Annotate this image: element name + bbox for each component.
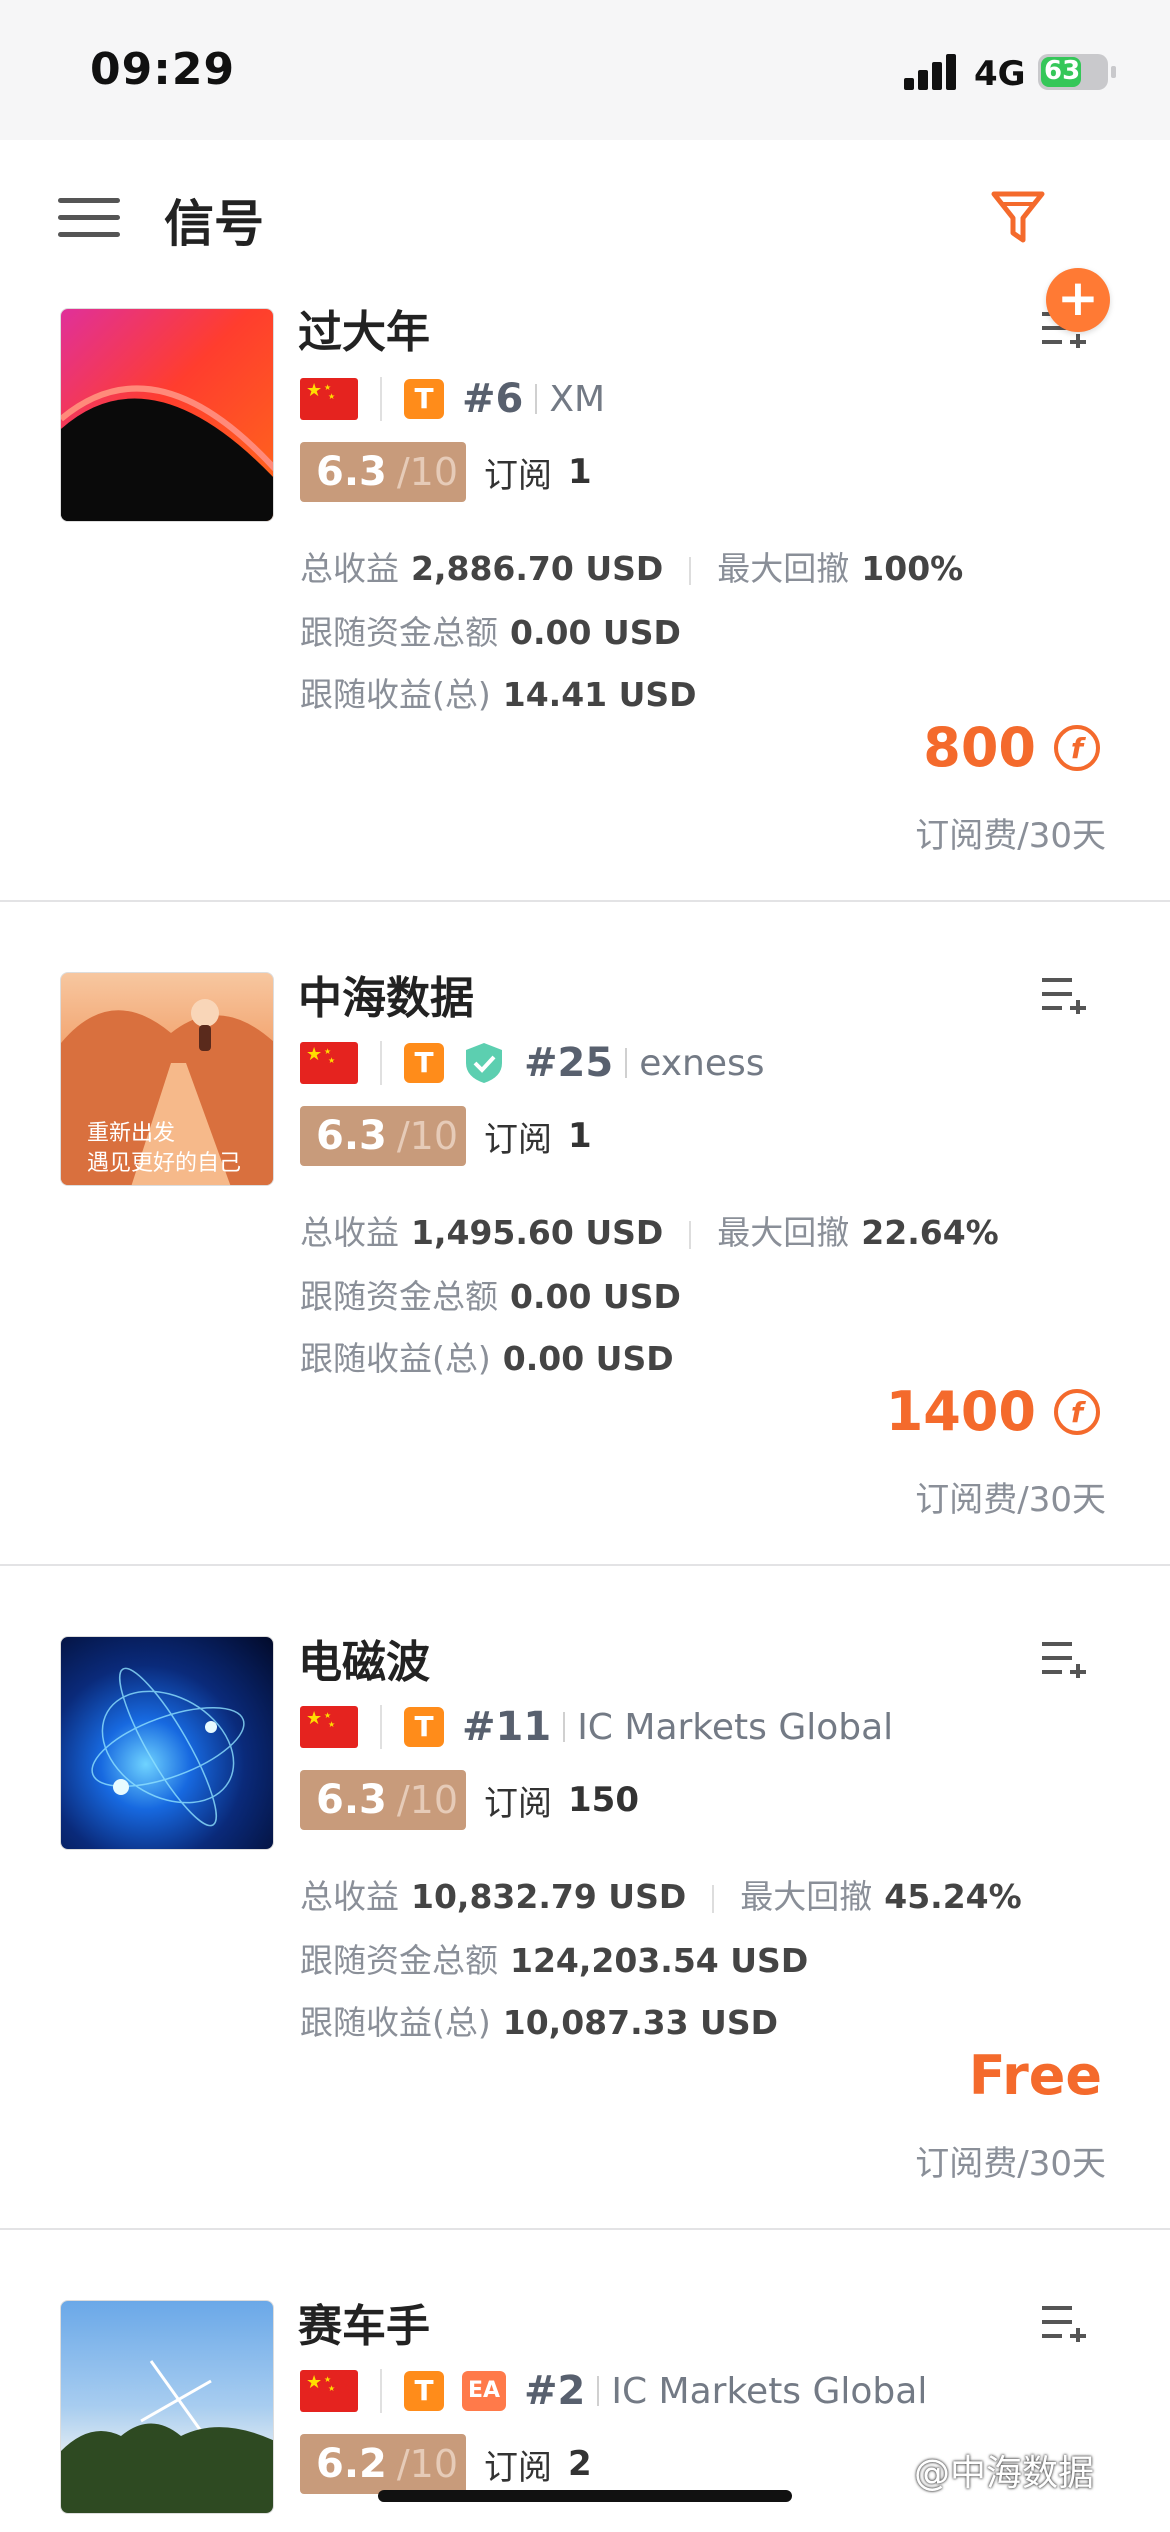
thumbnail-caption: 遇见更好的自己 [87, 1151, 242, 1176]
signal-meta: ★ ★ ★ T #6 XM [300, 374, 605, 424]
rating-row: 6.2/10 订阅 2 [300, 2434, 592, 2494]
follow-funds-stat: 跟随资金总额 0.00 USD [300, 613, 681, 652]
score-badge: 6.2/10 [300, 2434, 466, 2494]
broker-name: IC Markets Global [611, 2370, 928, 2412]
signal-meta: ★ ★ ★ T #11 IC Markets Global [300, 1702, 893, 1752]
subscribers-label: 订阅 [484, 2447, 552, 2488]
subscribers-count: 1 [568, 452, 592, 492]
profit-stat: 总收益 10,832.79 USD 最大回撤 45.24% [300, 1877, 1022, 1916]
signal-rank: #25 [524, 1040, 614, 1086]
rating-row: 6.3/10 订阅 1 [300, 1106, 592, 1166]
network-type: 4G [974, 54, 1026, 94]
add-to-list-icon[interactable] [1040, 1638, 1088, 1680]
top-nav: 信号 [0, 140, 1170, 292]
signal-card[interactable]: 过大年 ★ ★ ★ T #6 XM 6.3/10 订阅 1 总收益 2,886.70 … [0, 290, 1170, 902]
add-to-list-icon[interactable] [1040, 2302, 1088, 2344]
t-badge: T [404, 1043, 444, 1083]
status-time: 09:29 [90, 44, 236, 95]
china-flag-icon: ★ ★ ★ [300, 1706, 358, 1748]
t-badge: T [404, 1707, 444, 1747]
broker-name: exness [639, 1042, 765, 1084]
add-button[interactable]: + [1046, 268, 1110, 332]
signal-name: 赛车手 [298, 2301, 430, 2352]
ea-badge: EA [462, 2371, 506, 2411]
price-unit: 订阅费/30天 [915, 816, 1106, 856]
signal-thumbnail: 重新出发 遇见更好的自己 [60, 972, 274, 1186]
signal-thumbnail [60, 2300, 274, 2514]
follow-funds-stat: 跟随资金总额 124,203.54 USD [300, 1941, 809, 1980]
score-badge: 6.3/10 [300, 442, 466, 502]
subscription-price: 800 f [923, 716, 1102, 779]
price-unit: 订阅费/30天 [915, 2144, 1106, 2184]
china-flag-icon: ★ ★ ★ [300, 2370, 358, 2412]
follow-profit-stat: 跟随收益(总) 10,087.33 USD [300, 2003, 778, 2042]
signal-rank: #2 [524, 2368, 586, 2414]
signal-thumbnail [60, 308, 274, 522]
profit-stat: 总收益 1,495.60 USD 最大回撤 22.64% [300, 1213, 999, 1252]
signal-meta: ★ ★ ★ T EA #2 IC Markets Global [300, 2366, 927, 2416]
page-title: 信号 [164, 195, 264, 253]
follow-profit-stat: 跟随收益(总) 14.41 USD [300, 675, 697, 714]
thumbnail-caption: 重新出发 [87, 1121, 176, 1146]
follow-funds-stat: 跟随资金总额 0.00 USD [300, 1277, 681, 1316]
score-badge: 6.3/10 [300, 1770, 466, 1830]
coin-icon: f [1054, 1388, 1100, 1435]
subscribers-label: 订阅 [484, 1119, 552, 1160]
battery-level: 63 [1044, 56, 1081, 86]
subscription-price: Free [968, 2044, 1102, 2107]
svg-text:f: f [1071, 732, 1087, 765]
battery-icon: 63 [1038, 54, 1116, 90]
china-flag-icon: ★ ★ ★ [300, 1042, 358, 1084]
china-flag-icon: ★ ★ ★ [300, 378, 358, 420]
home-indicator[interactable] [378, 2490, 792, 2502]
signal-name: 过大年 [298, 307, 430, 358]
verified-shield-icon [466, 1043, 502, 1083]
signal-name: 电磁波 [298, 1637, 430, 1688]
signal-thumbnail [60, 1636, 274, 1850]
signal-card[interactable]: 重新出发 遇见更好的自己 中海数据 ★ ★ ★ T #25 exness 6.3/1… [0, 902, 1170, 1566]
signal-rank: #6 [462, 376, 524, 422]
cellular-signal-icon [904, 52, 960, 90]
signal-card[interactable]: 电磁波 ★ ★ ★ T #11 IC Markets Global 6.3/10 订… [0, 1566, 1170, 2230]
add-to-list-icon[interactable] [1040, 974, 1088, 1016]
price-unit: 订阅费/30天 [915, 1480, 1106, 1520]
signal-rank: #11 [462, 1704, 552, 1750]
subscription-price: 1400 f [886, 1380, 1102, 1443]
broker-name: XM [549, 378, 606, 420]
rating-row: 6.3/10 订阅 1 [300, 442, 592, 502]
status-bar: 09:29 4G 63 [0, 0, 1170, 140]
subscribers-count: 2 [568, 2444, 592, 2484]
subscribers-label: 订阅 [484, 455, 552, 496]
svg-text:f: f [1071, 1396, 1087, 1429]
broker-name: IC Markets Global [577, 1706, 894, 1748]
rating-row: 6.3/10 订阅 150 [300, 1770, 639, 1830]
menu-icon[interactable] [58, 198, 120, 238]
coin-icon: f [1054, 724, 1100, 771]
signal-meta: ★ ★ ★ T #25 exness [300, 1038, 764, 1088]
filter-icon[interactable] [988, 186, 1048, 248]
subscribers-count: 150 [568, 1780, 639, 1820]
signal-name: 中海数据 [298, 973, 474, 1024]
t-badge: T [404, 379, 444, 419]
subscribers-count: 1 [568, 1116, 592, 1156]
follow-profit-stat: 跟随收益(总) 0.00 USD [300, 1339, 674, 1378]
watermark: @中海数据 [914, 2453, 1095, 2494]
subscribers-label: 订阅 [484, 1783, 552, 1824]
t-badge: T [404, 2371, 444, 2411]
score-badge: 6.3/10 [300, 1106, 466, 1166]
profit-stat: 总收益 2,886.70 USD 最大回撤 100% [300, 549, 964, 588]
